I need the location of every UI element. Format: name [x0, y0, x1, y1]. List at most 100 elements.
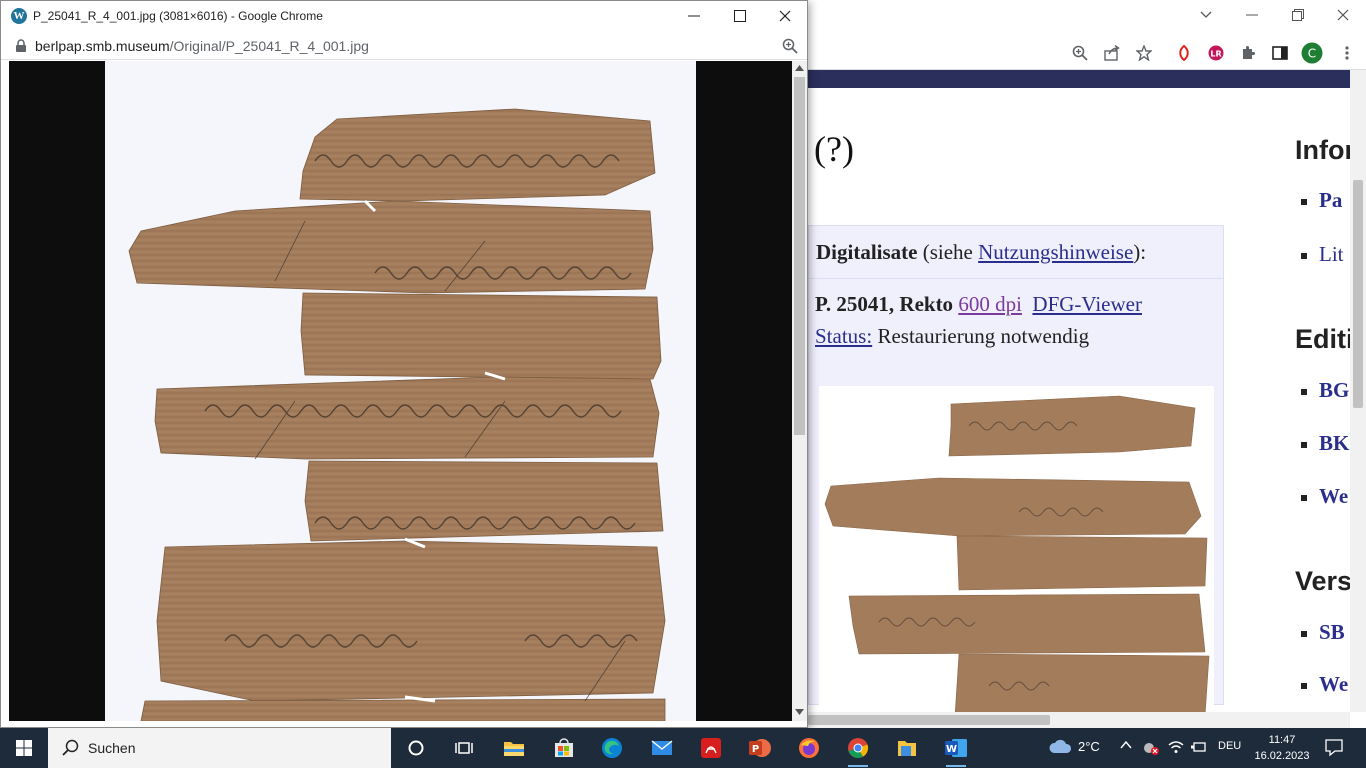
scroll-down-arrow-icon[interactable] [795, 709, 804, 715]
wordpress-icon: W [11, 8, 27, 24]
restore-icon [1292, 9, 1304, 21]
popup-title: P_25041_R_4_001.jpg (3081×6016) - Google… [33, 9, 323, 23]
digitalisate-box: Digitalisate (siehe Nutzungshinweise): P… [808, 225, 1224, 712]
popup-close-button[interactable] [762, 1, 807, 31]
taskbar-notes[interactable] [893, 734, 921, 762]
taskbar-word[interactable]: W [942, 734, 970, 767]
popup-maximize-button[interactable] [717, 1, 763, 31]
zoom-icon[interactable] [1069, 42, 1091, 64]
close-icon [779, 10, 791, 22]
info-item-2[interactable]: Lit [1301, 242, 1344, 267]
digitalisate-body: P. 25041, Rekto 600 dpi DFG-Viewer Statu… [809, 288, 1223, 352]
chrome-menu-icon[interactable] [1336, 42, 1358, 64]
bullet [1301, 442, 1307, 449]
nutzungshinweise-link[interactable]: Nutzungshinweise [978, 240, 1133, 264]
status-link[interactable]: Status: [815, 324, 872, 348]
start-button[interactable] [0, 728, 48, 768]
edition-item-1[interactable]: BG [1301, 378, 1349, 403]
extensions-puzzle-icon[interactable] [1237, 42, 1259, 64]
clock-time: 11:47 [1268, 734, 1296, 746]
profile-avatar[interactable]: C [1301, 42, 1323, 64]
language-indicator[interactable]: DEU [1218, 740, 1241, 752]
popup-minimize-button[interactable] [671, 1, 717, 31]
site-nav-bar [808, 70, 1350, 88]
600-dpi-link[interactable]: 600 dpi [958, 292, 1022, 316]
cortana-icon [408, 740, 424, 756]
taskbar-store[interactable] [550, 734, 578, 762]
edition-item-3[interactable]: We [1301, 484, 1348, 509]
tab-search-button[interactable] [1183, 0, 1229, 30]
version-item-1[interactable]: SB [1301, 620, 1345, 645]
powerpoint-icon: P [749, 739, 771, 757]
background-vertical-scrollbar[interactable] [1350, 70, 1366, 712]
scrollbar-thumb[interactable] [808, 715, 1050, 725]
store-icon [555, 738, 573, 757]
bullet [1301, 253, 1307, 260]
weather-widget[interactable]: 2°C [1048, 738, 1100, 754]
taskbar-acrobat[interactable] [697, 734, 725, 762]
popup-vertical-scrollbar[interactable] [792, 61, 807, 721]
popup-address-bar[interactable]: berlpap.smb.museum/Original/P_25041_R_4_… [1, 32, 807, 60]
version-item-2[interactable]: We [1301, 672, 1348, 697]
system-clock[interactable]: 11:47 16.02.2023 [1254, 732, 1310, 764]
bookmark-star-icon[interactable] [1133, 42, 1155, 64]
popup-url[interactable]: berlpap.smb.museum/Original/P_25041_R_4_… [35, 38, 369, 54]
maximize-icon [734, 10, 746, 22]
image-popup-window: W P_25041_R_4_001.jpg (3081×6016) - Goog… [0, 0, 808, 728]
bullet [1301, 389, 1307, 396]
taskbar-edge[interactable] [598, 734, 626, 762]
minimize-icon [1246, 14, 1258, 16]
scrollbar-thumb[interactable] [794, 77, 805, 435]
acrobat-icon [701, 738, 721, 758]
taskbar-mail[interactable] [648, 734, 676, 762]
siehe-text: (siehe [922, 240, 979, 264]
lock-icon[interactable] [15, 39, 27, 53]
close-icon [1337, 9, 1349, 21]
taskbar-search-box[interactable]: Suchen [48, 728, 391, 768]
digitalisate-label: Digitalisate [816, 240, 918, 264]
dfg-viewer-link[interactable]: DFG-Viewer [1032, 292, 1142, 316]
firefox-icon [799, 738, 819, 758]
background-page-content: (?) Digitalisate (siehe Nutzungshinweise… [808, 70, 1350, 712]
side-panel-icon[interactable] [1269, 42, 1291, 64]
info-item-1[interactable]: Pa [1301, 188, 1342, 213]
clock-date: 16.02.2023 [1254, 750, 1310, 762]
extension-red-icon[interactable] [1173, 42, 1195, 64]
scroll-up-arrow-icon[interactable] [795, 65, 804, 71]
battery-icon[interactable] [1190, 740, 1206, 754]
bullet [1301, 631, 1307, 638]
show-hidden-icons-chevron-icon[interactable] [1120, 740, 1132, 750]
cortana-button[interactable] [402, 734, 430, 762]
wifi-icon[interactable] [1168, 740, 1184, 754]
page-heading-fragment: (?) [814, 129, 854, 169]
zoom-icon[interactable] [782, 38, 798, 54]
edge-icon [602, 738, 622, 758]
svg-text:P: P [752, 744, 759, 755]
scrollbar-thumb[interactable] [1353, 180, 1363, 408]
info-heading: Infor [1295, 135, 1350, 165]
minimize-button[interactable] [1229, 0, 1275, 30]
search-label: Suchen [88, 740, 136, 756]
tray-app-icon[interactable] [1143, 740, 1159, 756]
popup-titlebar: W P_25041_R_4_001.jpg (3081×6016) - Goog… [1, 1, 807, 32]
folder-icon [504, 742, 524, 756]
background-horizontal-scrollbar[interactable] [808, 712, 1350, 728]
taskbar-firefox[interactable] [795, 734, 823, 762]
taskbar-chrome[interactable] [844, 734, 872, 767]
taskbar-powerpoint[interactable]: P [746, 734, 774, 762]
image-viewport[interactable] [9, 61, 792, 721]
edition-item-2[interactable]: BK [1301, 431, 1349, 456]
extension-pink-icon[interactable]: LR [1205, 42, 1227, 64]
version-heading: Vers [1295, 566, 1350, 596]
restore-button[interactable] [1275, 0, 1321, 30]
close-button[interactable] [1320, 0, 1366, 30]
task-view-button[interactable] [450, 734, 478, 762]
taskbar-file-explorer[interactable] [500, 734, 528, 762]
share-icon[interactable] [1101, 42, 1123, 64]
edition-heading: Editi [1295, 324, 1350, 354]
papyrus-thumbnail-image[interactable] [819, 386, 1214, 712]
notification-icon[interactable] [1324, 737, 1344, 757]
mail-icon [651, 740, 673, 755]
papyrus-scan-image[interactable] [105, 61, 696, 721]
word-icon: W [945, 739, 967, 757]
